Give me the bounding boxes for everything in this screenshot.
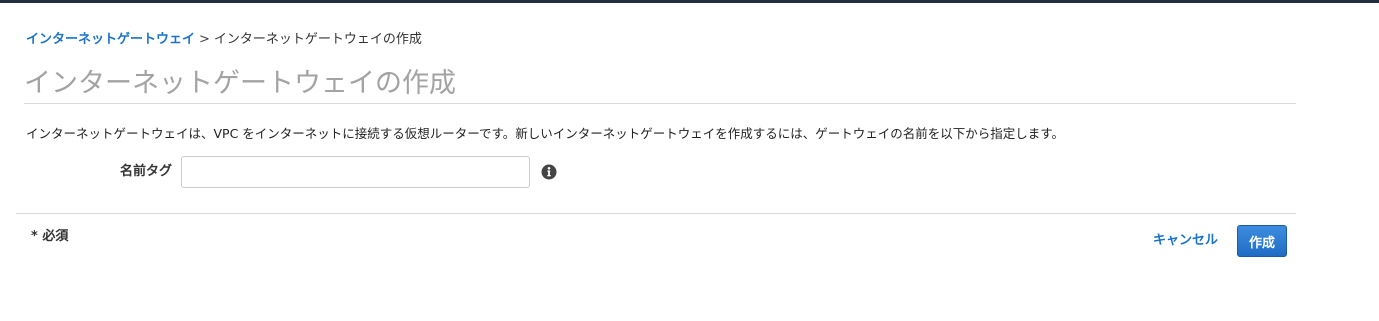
page-description: インターネットゲートウェイは、VPC をインターネットに接続する仮想ルーターです… (26, 126, 1065, 141)
name-tag-input[interactable] (181, 156, 530, 188)
cancel-button[interactable]: キャンセル (1153, 232, 1218, 250)
section-divider (16, 213, 1296, 214)
breadcrumb-link-internet-gateways[interactable]: インターネットゲートウェイ (26, 32, 195, 47)
required-note: * 必須 (31, 229, 69, 244)
name-tag-label: 名前タグ (119, 164, 172, 179)
create-button[interactable]: 作成 (1237, 225, 1287, 257)
breadcrumb: インターネットゲートウェイ > インターネットゲートウェイの作成 (26, 31, 422, 49)
breadcrumb-current: インターネットゲートウェイの作成 (213, 32, 422, 47)
top-navigation-bar (0, 0, 1379, 3)
info-circle-icon (541, 164, 557, 180)
info-icon[interactable] (541, 164, 557, 180)
page-title: インターネットゲートウェイの作成 (24, 68, 456, 99)
title-divider (24, 103, 1296, 104)
breadcrumb-separator: > (199, 32, 210, 47)
